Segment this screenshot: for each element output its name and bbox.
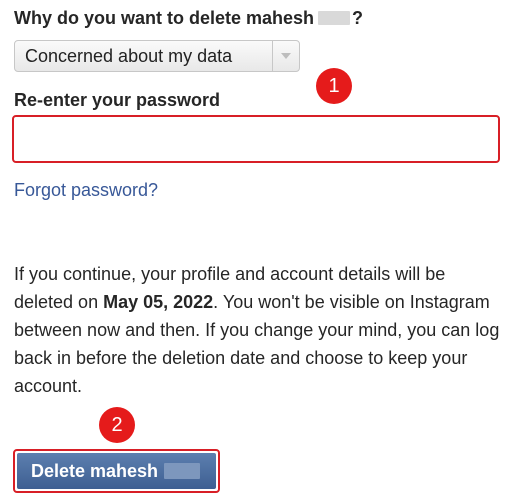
deletion-date: May 05, 2022 (103, 292, 214, 312)
delete-button-label: Delete mahesh (31, 460, 159, 481)
reason-select-value: Concerned about my data (25, 45, 233, 66)
question-mark: ? (352, 8, 364, 28)
question-text: Why do you want to delete mahesh (14, 8, 315, 28)
delete-button-highlight: Delete mahesh (13, 449, 220, 493)
reason-select[interactable]: Concerned about my data (14, 40, 300, 72)
password-label: Re-enter your password (14, 90, 221, 110)
password-input[interactable] (12, 115, 500, 163)
delete-reason-question: Why do you want to delete mahesh? (14, 8, 363, 29)
delete-account-button[interactable]: Delete mahesh (17, 453, 216, 489)
forgot-password-link[interactable]: Forgot password? (14, 180, 158, 201)
redacted-username (318, 11, 351, 25)
chevron-down-icon[interactable] (272, 41, 299, 71)
deletion-notice: If you continue, your profile and accoun… (14, 260, 506, 400)
annotation-marker-2: 2 (99, 407, 135, 443)
annotation-marker-1: 1 (316, 68, 352, 104)
redacted-username (164, 463, 201, 479)
